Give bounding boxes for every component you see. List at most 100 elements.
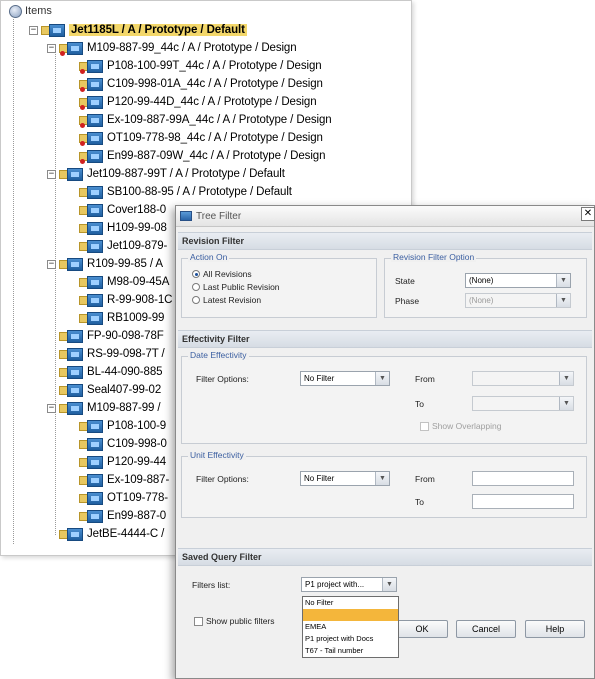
- collapse-toggle-icon[interactable]: −: [47, 169, 56, 179]
- filter-option-p1-project[interactable]: P1 project with Docs: [303, 633, 398, 645]
- radio-last-public-revision[interactable]: Last Public Revision: [192, 282, 280, 292]
- part-folder-icon: [79, 203, 105, 218]
- part-folder-icon: [79, 185, 105, 200]
- date-filter-options-label: Filter Options:: [196, 374, 249, 384]
- collapse-toggle-icon[interactable]: −: [29, 25, 38, 35]
- tree-node[interactable]: − Jet1185L / A / Prototype / Default: [29, 21, 247, 39]
- part-folder-icon: [79, 509, 105, 524]
- part-folder-icon: [79, 491, 105, 506]
- tree-node[interactable]: C109-998-0: [79, 435, 167, 453]
- tree-node[interactable]: Ex-109-887-99A_44c / A / Prototype / Des…: [79, 111, 332, 129]
- chevron-down-icon[interactable]: ▼: [559, 397, 573, 410]
- tree-node[interactable]: OT109-778-: [79, 489, 168, 507]
- tree-node-label: RS-99-098-7T /: [87, 348, 165, 360]
- date-filter-select[interactable]: No Filter ▼: [300, 371, 390, 386]
- tree-node[interactable]: − R109-99-85 / A: [47, 255, 163, 273]
- collapse-toggle-icon[interactable]: −: [47, 43, 56, 53]
- unit-to-label: To: [415, 497, 424, 507]
- date-from-picker[interactable]: ▼: [472, 371, 574, 386]
- part-folder-icon: [79, 455, 105, 470]
- tree-node-label: P108-100-99T_44c / A / Prototype / Desig…: [107, 60, 322, 72]
- tree-node[interactable]: FP-90-098-78F: [59, 327, 164, 345]
- tree-node[interactable]: C109-998-01A_44c / A / Prototype / Desig…: [79, 75, 323, 93]
- tree-node[interactable]: R-99-908-1C: [79, 291, 172, 309]
- tree-node-label: Ex-109-887-99A_44c / A / Prototype / Des…: [107, 114, 332, 126]
- filters-list-dropdown[interactable]: No Filter EMEA P1 project with Docs T67 …: [302, 596, 399, 658]
- checkbox[interactable]: [194, 616, 203, 626]
- radio-latest-revision[interactable]: Latest Revision: [192, 295, 261, 305]
- checkbox[interactable]: [420, 421, 429, 431]
- tree-node[interactable]: − Jet109-887-99T / A / Prototype / Defaul…: [47, 165, 285, 183]
- tree-node[interactable]: En99-887-0: [79, 507, 166, 525]
- part-folder-icon: [79, 239, 105, 254]
- tree-node[interactable]: RB1009-99: [79, 309, 164, 327]
- tree-node[interactable]: JetBE-4444-C /: [59, 525, 164, 543]
- show-public-filters-checkbox[interactable]: Show public filters: [194, 616, 275, 626]
- ok-button[interactable]: OK: [396, 620, 448, 638]
- tree-node[interactable]: OT109-778-98_44c / A / Prototype / Desig…: [79, 129, 323, 147]
- collapse-toggle-icon[interactable]: −: [47, 403, 56, 413]
- chevron-down-icon[interactable]: ▼: [559, 372, 573, 385]
- chevron-down-icon[interactable]: ▼: [382, 578, 396, 591]
- cancel-button[interactable]: Cancel: [456, 620, 516, 638]
- tree-root[interactable]: Items: [9, 3, 52, 19]
- tree-node[interactable]: − M109-887-99_44c / A / Prototype / Desig…: [47, 39, 297, 57]
- radio-button[interactable]: [192, 283, 200, 291]
- close-button[interactable]: ✕: [581, 207, 595, 221]
- filter-option-t67[interactable]: T67 - Tail number: [303, 645, 398, 657]
- tree-node[interactable]: P108-100-9: [79, 417, 166, 435]
- show-overlapping-checkbox[interactable]: Show Overlapping: [420, 421, 501, 431]
- tree-node[interactable]: Jet109-879-: [79, 237, 167, 255]
- state-label: State: [395, 276, 415, 286]
- part-folder-icon: [79, 221, 105, 236]
- phase-select[interactable]: (None) ▼: [465, 293, 571, 308]
- radio-button[interactable]: [192, 270, 200, 278]
- dialog-title: Tree Filter: [196, 210, 242, 222]
- tree-node[interactable]: Seal407-99-02: [59, 381, 161, 399]
- part-folder-icon: [79, 59, 105, 74]
- date-filter-value: No Filter: [304, 374, 335, 383]
- state-select[interactable]: (None) ▼: [465, 273, 571, 288]
- chevron-down-icon[interactable]: ▼: [375, 372, 389, 385]
- chevron-down-icon[interactable]: ▼: [556, 294, 570, 307]
- part-folder-icon: [79, 275, 105, 290]
- tree-node[interactable]: P120-99-44: [79, 453, 166, 471]
- chevron-down-icon[interactable]: ▼: [375, 472, 389, 485]
- radio-all-revisions[interactable]: All Revisions: [192, 269, 252, 279]
- part-folder-icon: [79, 419, 105, 434]
- tree-node[interactable]: BL-44-090-885: [59, 363, 163, 381]
- tree-node-label: P120-99-44D_44c / A / Prototype / Design: [107, 96, 317, 108]
- date-to-picker[interactable]: ▼: [472, 396, 574, 411]
- tree-node[interactable]: Cover188-0: [79, 201, 166, 219]
- tree-node[interactable]: H109-99-08: [79, 219, 167, 237]
- tree-node[interactable]: M98-09-45A: [79, 273, 169, 291]
- tree-node[interactable]: SB100-88-95 / A / Prototype / Default: [79, 183, 292, 201]
- filter-option-emea[interactable]: EMEA: [303, 621, 398, 633]
- tree-node[interactable]: − M109-887-99 /: [47, 399, 161, 417]
- tree-node-label: H109-99-08: [107, 222, 167, 234]
- unit-to-input[interactable]: [472, 494, 574, 509]
- unit-filter-select[interactable]: No Filter ▼: [300, 471, 390, 486]
- tree-node-label: En99-887-0: [107, 510, 167, 522]
- action-on-title: Action On: [188, 252, 230, 262]
- tree-node[interactable]: P120-99-44D_44c / A / Prototype / Design: [79, 93, 317, 111]
- filter-option-highlighted[interactable]: [303, 609, 398, 621]
- tree-node[interactable]: Ex-109-887-: [79, 471, 169, 489]
- collapse-toggle-icon[interactable]: −: [47, 259, 56, 269]
- tree-node[interactable]: P108-100-99T_44c / A / Prototype / Desig…: [79, 57, 322, 75]
- help-button[interactable]: Help: [525, 620, 585, 638]
- tree-node[interactable]: RS-99-098-7T /: [59, 345, 165, 363]
- radio-label: Last Public Revision: [203, 282, 280, 292]
- tree-node-label: Cover188-0: [107, 204, 167, 216]
- part-folder-icon: [79, 113, 105, 128]
- dialog-titlebar[interactable]: Tree Filter: [176, 206, 594, 227]
- chevron-down-icon[interactable]: ▼: [556, 274, 570, 287]
- unit-from-input[interactable]: [472, 471, 574, 486]
- radio-button[interactable]: [192, 296, 200, 304]
- filters-list-select[interactable]: P1 project with... ▼: [301, 577, 397, 592]
- date-to-label: To: [415, 399, 424, 409]
- tree-node-label: P120-99-44: [107, 456, 167, 468]
- tree-node[interactable]: En99-887-09W_44c / A / Prototype / Desig…: [79, 147, 325, 165]
- filter-option-no-filter[interactable]: No Filter: [303, 597, 398, 609]
- tree-node-label: Ex-109-887-: [107, 474, 170, 486]
